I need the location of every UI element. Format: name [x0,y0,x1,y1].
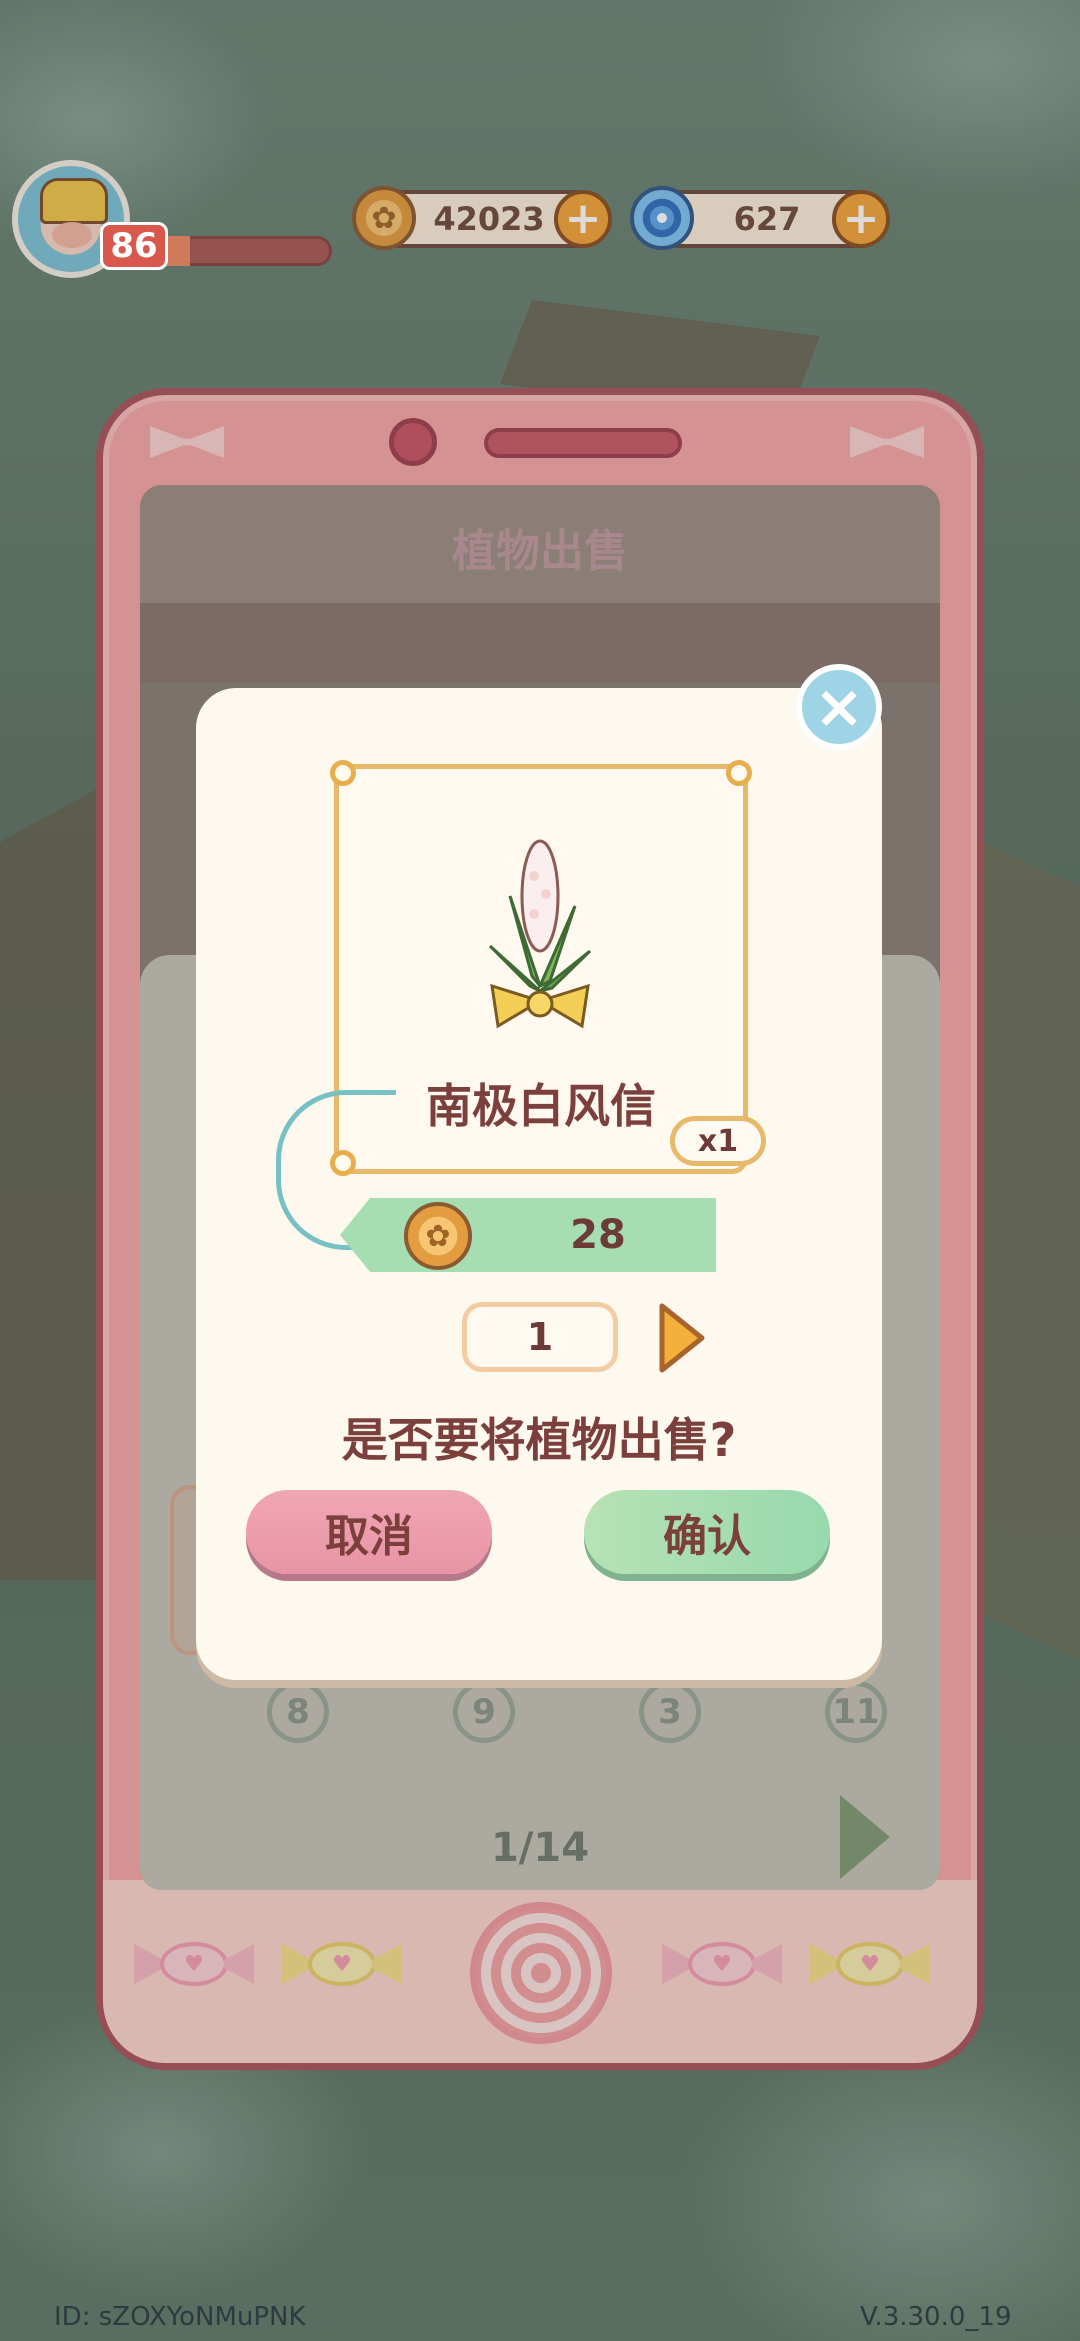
candy-pink-icon: ♥ [134,1938,254,1990]
slot-count-badge: 9 [453,1681,515,1743]
card-corner-ornament [330,760,356,786]
app-version: V.3.30.0_19 [860,2302,1012,2332]
increase-quantity-arrow-icon[interactable] [656,1300,708,1376]
home-lollipop-button[interactable] [470,1902,612,2044]
slot-count-badge: 11 [825,1681,887,1743]
close-dialog-button[interactable]: × [796,664,882,750]
add-coins-button[interactable]: + [554,190,612,248]
swirl-gem-icon [630,186,694,250]
coin-icon: ✿ [352,186,416,250]
xp-progress-bar [150,236,332,266]
phone-camera-icon [389,418,437,466]
player-level-badge: 86 [100,222,168,270]
screen-title: 植物出售 [452,526,628,577]
player-id: ID: sZOXYoNMuPNK [54,2302,306,2332]
owned-quantity-tag: x1 [670,1116,766,1166]
page-indicator: 1/14 [490,1825,590,1871]
add-gems-button[interactable]: + [832,190,890,248]
candy-yellow-icon: ♥ [282,1938,402,1990]
slot-count-badge: 8 [267,1681,329,1743]
cancel-button[interactable]: 取消 [246,1490,492,1574]
candy-yellow-icon: ♥ [810,1938,930,1990]
next-page-arrow-icon[interactable] [840,1795,890,1879]
coin-amount: 42023 [433,200,545,238]
sell-confirmation-question: 是否要将植物出售? [341,1413,737,1467]
sell-quantity-field[interactable]: 1 [462,1302,618,1372]
confirm-button[interactable]: 确认 [584,1490,830,1574]
candy-pink-icon: ♥ [662,1938,782,1990]
slot-count-badge: 3 [639,1681,701,1743]
phone-speaker [484,428,682,458]
avatar-hat-icon [40,178,108,224]
sell-price: 28 [570,1212,626,1258]
hyacinth-plant-icon [488,839,592,1029]
avatar-face-icon [52,222,92,248]
gem-amount: 627 [733,200,801,238]
price-coin-icon: ✿ [404,1202,472,1270]
card-corner-ornament [726,760,752,786]
